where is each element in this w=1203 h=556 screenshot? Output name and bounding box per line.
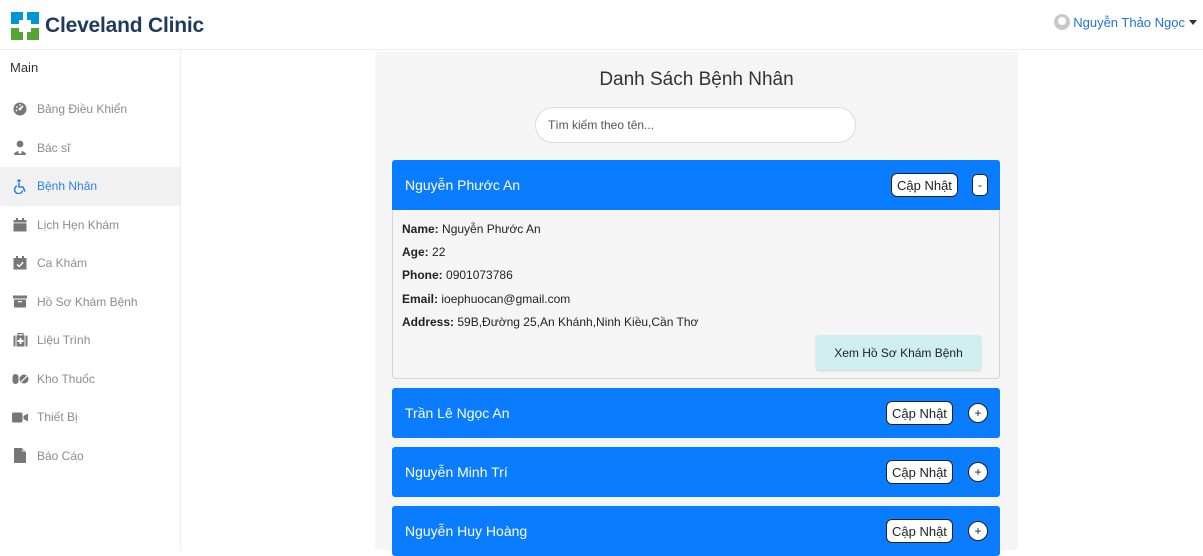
view-medical-record-button[interactable]: Xem Hồ Sơ Khám Bệnh xyxy=(816,335,981,370)
video-camera-icon xyxy=(11,409,29,425)
phone-value: 0901073786 xyxy=(446,268,513,283)
brand-name: Cleveland Clinic xyxy=(45,14,205,37)
archive-icon xyxy=(11,294,29,310)
search-input[interactable] xyxy=(535,107,856,143)
patient-name: Trần Lê Ngọc An xyxy=(405,405,510,421)
expand-button[interactable]: + xyxy=(968,403,988,423)
sidebar-item-appointments[interactable]: Lịch Hẹn Khám xyxy=(0,206,180,245)
user-name: Nguyễn Thảo Ngọc xyxy=(1073,14,1185,30)
file-icon xyxy=(11,448,29,464)
sidebar-item-equipment[interactable]: Thiết Bị xyxy=(0,398,180,437)
phone-label: Phone: xyxy=(402,268,443,283)
email-label: Email: xyxy=(402,291,439,306)
sidebar-item-pharmacy[interactable]: Kho Thuốc xyxy=(0,360,180,399)
sidebar-item-label: Ca Khám xyxy=(37,256,88,271)
sidebar-item-label: Lịch Hẹn Khám xyxy=(37,217,120,232)
address-value: 59B,Đường 25,An Khánh,Ninh Kiều,Cần Thơ xyxy=(457,314,699,329)
patient-list-panel: Danh Sách Bệnh Nhân Nguyễn Phước An Cập … xyxy=(375,52,1018,556)
update-button[interactable]: Cập Nhật xyxy=(886,519,953,543)
update-button[interactable]: Cập Nhật xyxy=(886,401,953,425)
user-menu[interactable]: Nguyễn Thảo Ngọc xyxy=(1054,14,1197,30)
sidebar-item-dashboard[interactable]: Bảng Điều Khiển xyxy=(0,90,180,129)
pills-icon xyxy=(11,371,29,387)
calendar-icon xyxy=(11,217,29,233)
patient-header[interactable]: Nguyễn Minh Trí Cập Nhật + xyxy=(392,447,1000,497)
expand-button[interactable]: + xyxy=(968,462,988,482)
medkit-icon xyxy=(11,332,29,348)
sidebar-item-label: Thiết Bị xyxy=(37,410,78,425)
patient-email-line: Email: ioephuocan@gmail.com xyxy=(402,292,990,315)
sidebar-item-label: Bệnh Nhân xyxy=(37,179,98,194)
sidebar-item-label: Kho Thuốc xyxy=(37,371,95,386)
update-button[interactable]: Cập Nhật xyxy=(886,460,953,484)
name-label: Name: xyxy=(402,222,439,236)
patient-header[interactable]: Nguyễn Huy Hoàng Cập Nhật + xyxy=(392,506,1000,556)
sidebar-item-doctors[interactable]: Bác sĩ xyxy=(0,129,180,168)
sidebar-item-label: Bảng Điều Khiển xyxy=(37,102,128,117)
patient-name-line: Name: Nguyễn Phước An xyxy=(402,222,990,245)
patient-name: Nguyễn Minh Trí xyxy=(405,464,508,480)
collapse-button[interactable]: - xyxy=(972,174,988,196)
age-value: 22 xyxy=(432,245,446,260)
cleveland-clinic-logo-icon xyxy=(11,12,39,40)
patient-card: Trần Lê Ngọc An Cập Nhật + xyxy=(392,388,1000,438)
expand-button[interactable]: + xyxy=(968,521,988,541)
sidebar-item-label: Bác sĩ xyxy=(37,140,71,155)
doctor-icon xyxy=(11,140,29,156)
sidebar-item-label: Báo Cáo xyxy=(37,448,84,463)
brand-logo[interactable]: Cleveland Clinic xyxy=(11,12,204,40)
wheelchair-icon xyxy=(11,178,29,194)
patient-details: Name: Nguyễn Phước An Age: 22 Phone: 090… xyxy=(392,210,1000,379)
page-title: Danh Sách Bệnh Nhân xyxy=(599,69,794,90)
patient-header[interactable]: Trần Lê Ngọc An Cập Nhật + xyxy=(392,388,1000,438)
caret-down-icon xyxy=(1189,19,1197,25)
patient-name: Nguyễn Huy Hoàng xyxy=(405,523,528,539)
sidebar-item-reports[interactable]: Báo Cáo xyxy=(0,437,180,476)
dashboard-icon xyxy=(11,101,29,117)
sidebar: Main Bảng Điều Khiển Bác sĩ Bệnh Nhân Lị… xyxy=(0,50,181,550)
name-value: Nguyễn Phước An xyxy=(442,222,541,236)
patient-name: Nguyễn Phước An xyxy=(405,177,521,193)
user-avatar-icon xyxy=(1054,14,1071,30)
top-bar: Cleveland Clinic Nguyễn Thảo Ngọc xyxy=(0,0,1203,50)
patient-card: Nguyễn Phước An Cập Nhật - Name: Nguyễn … xyxy=(392,160,1000,379)
patient-phone-line: Phone: 0901073786 xyxy=(402,268,990,291)
sidebar-item-treatments[interactable]: Liệu Trình xyxy=(0,321,180,360)
patient-card: Nguyễn Minh Trí Cập Nhật + xyxy=(392,447,1000,497)
email-value: ioephuocan@gmail.com xyxy=(441,291,571,306)
sidebar-heading: Main xyxy=(10,60,39,75)
patient-age-line: Age: 22 xyxy=(402,245,990,268)
sidebar-item-label: Liệu Trình xyxy=(37,333,91,348)
sidebar-item-label: Hồ Sơ Khám Bệnh xyxy=(37,294,138,309)
patient-card: Nguyễn Huy Hoàng Cập Nhật + xyxy=(392,506,1000,556)
patient-header[interactable]: Nguyễn Phước An Cập Nhật - xyxy=(392,160,1000,210)
sidebar-item-patients[interactable]: Bệnh Nhân xyxy=(0,167,180,206)
sidebar-item-medical-records[interactable]: Hồ Sơ Khám Bệnh xyxy=(0,283,180,322)
age-label: Age: xyxy=(402,245,429,260)
calendar-check-icon xyxy=(11,255,29,271)
update-button[interactable]: Cập Nhật xyxy=(891,173,958,197)
sidebar-item-shifts[interactable]: Ca Khám xyxy=(0,244,180,283)
address-label: Address: xyxy=(402,314,455,329)
